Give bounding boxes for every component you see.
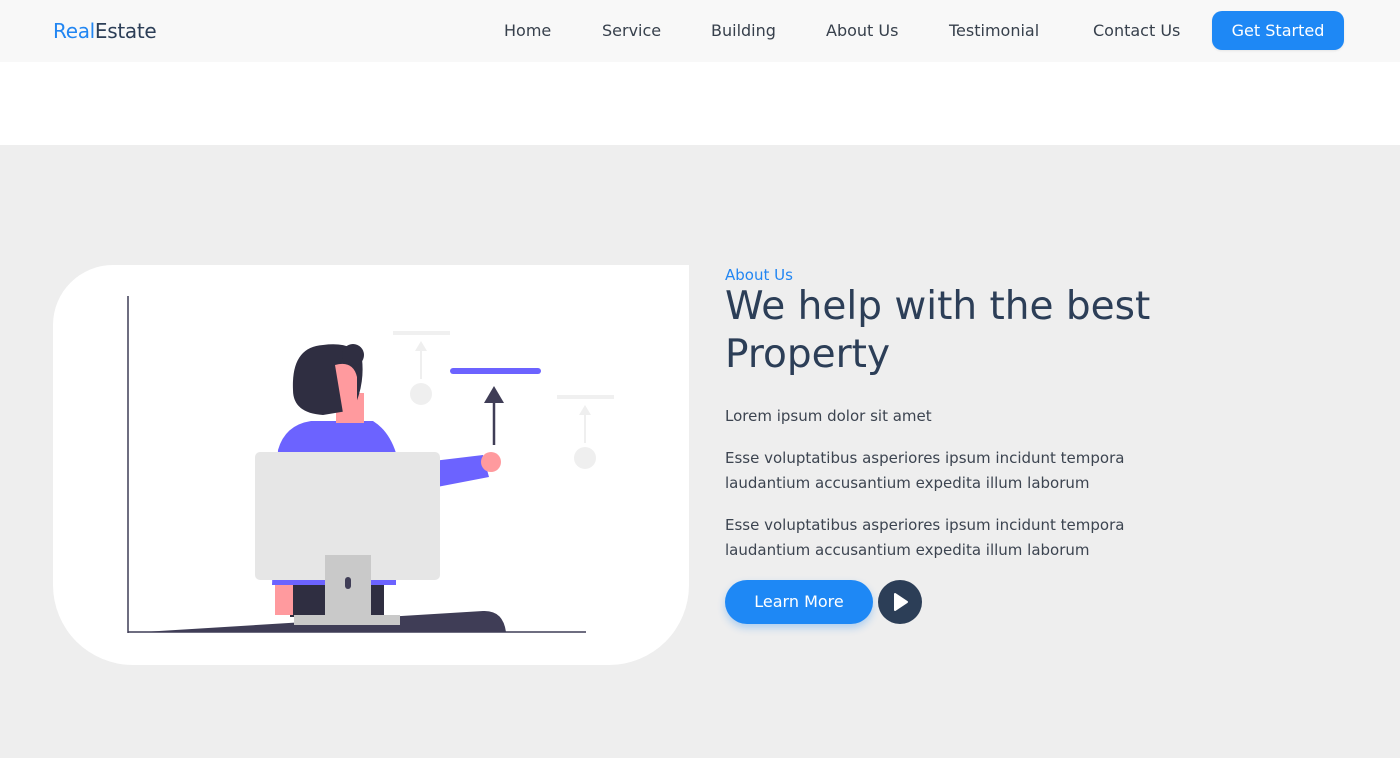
nav-link-testimonial[interactable]: Testimonial [949,20,1039,42]
brand-logo-part-2: Estate [94,19,157,43]
learn-more-button[interactable]: Learn More [725,580,873,624]
brand-logo[interactable]: RealEstate [53,18,157,44]
nav-link-contact-us[interactable]: Contact Us [1093,20,1180,42]
intro-text: Lorem ipsum dolor sit amet [725,407,932,425]
nav-link-service[interactable]: Service [602,20,661,42]
nav-link-building[interactable]: Building [711,20,776,42]
navbar: RealEstate Home Service Building About U… [0,0,1400,62]
paragraph-2: Esse voluptatibus asperiores ipsum incid… [725,516,1125,559]
brand-logo-part-1: Real [53,19,95,43]
nav-link-about-us[interactable]: About Us [826,20,898,42]
play-icon [894,593,908,611]
paragraph-1: Esse voluptatibus asperiores ipsum incid… [725,449,1125,492]
woman-at-computer-illustration [127,296,614,633]
section-heading: We help with the best Property [725,284,1151,377]
section-eyebrow: About Us [725,266,793,284]
nav-link-home[interactable]: Home [504,20,551,42]
get-started-button[interactable]: Get Started [1212,11,1344,50]
about-illustration-card [53,265,689,665]
play-video-button[interactable] [878,580,922,624]
about-section: About Us We help with the best Property … [0,145,1400,758]
